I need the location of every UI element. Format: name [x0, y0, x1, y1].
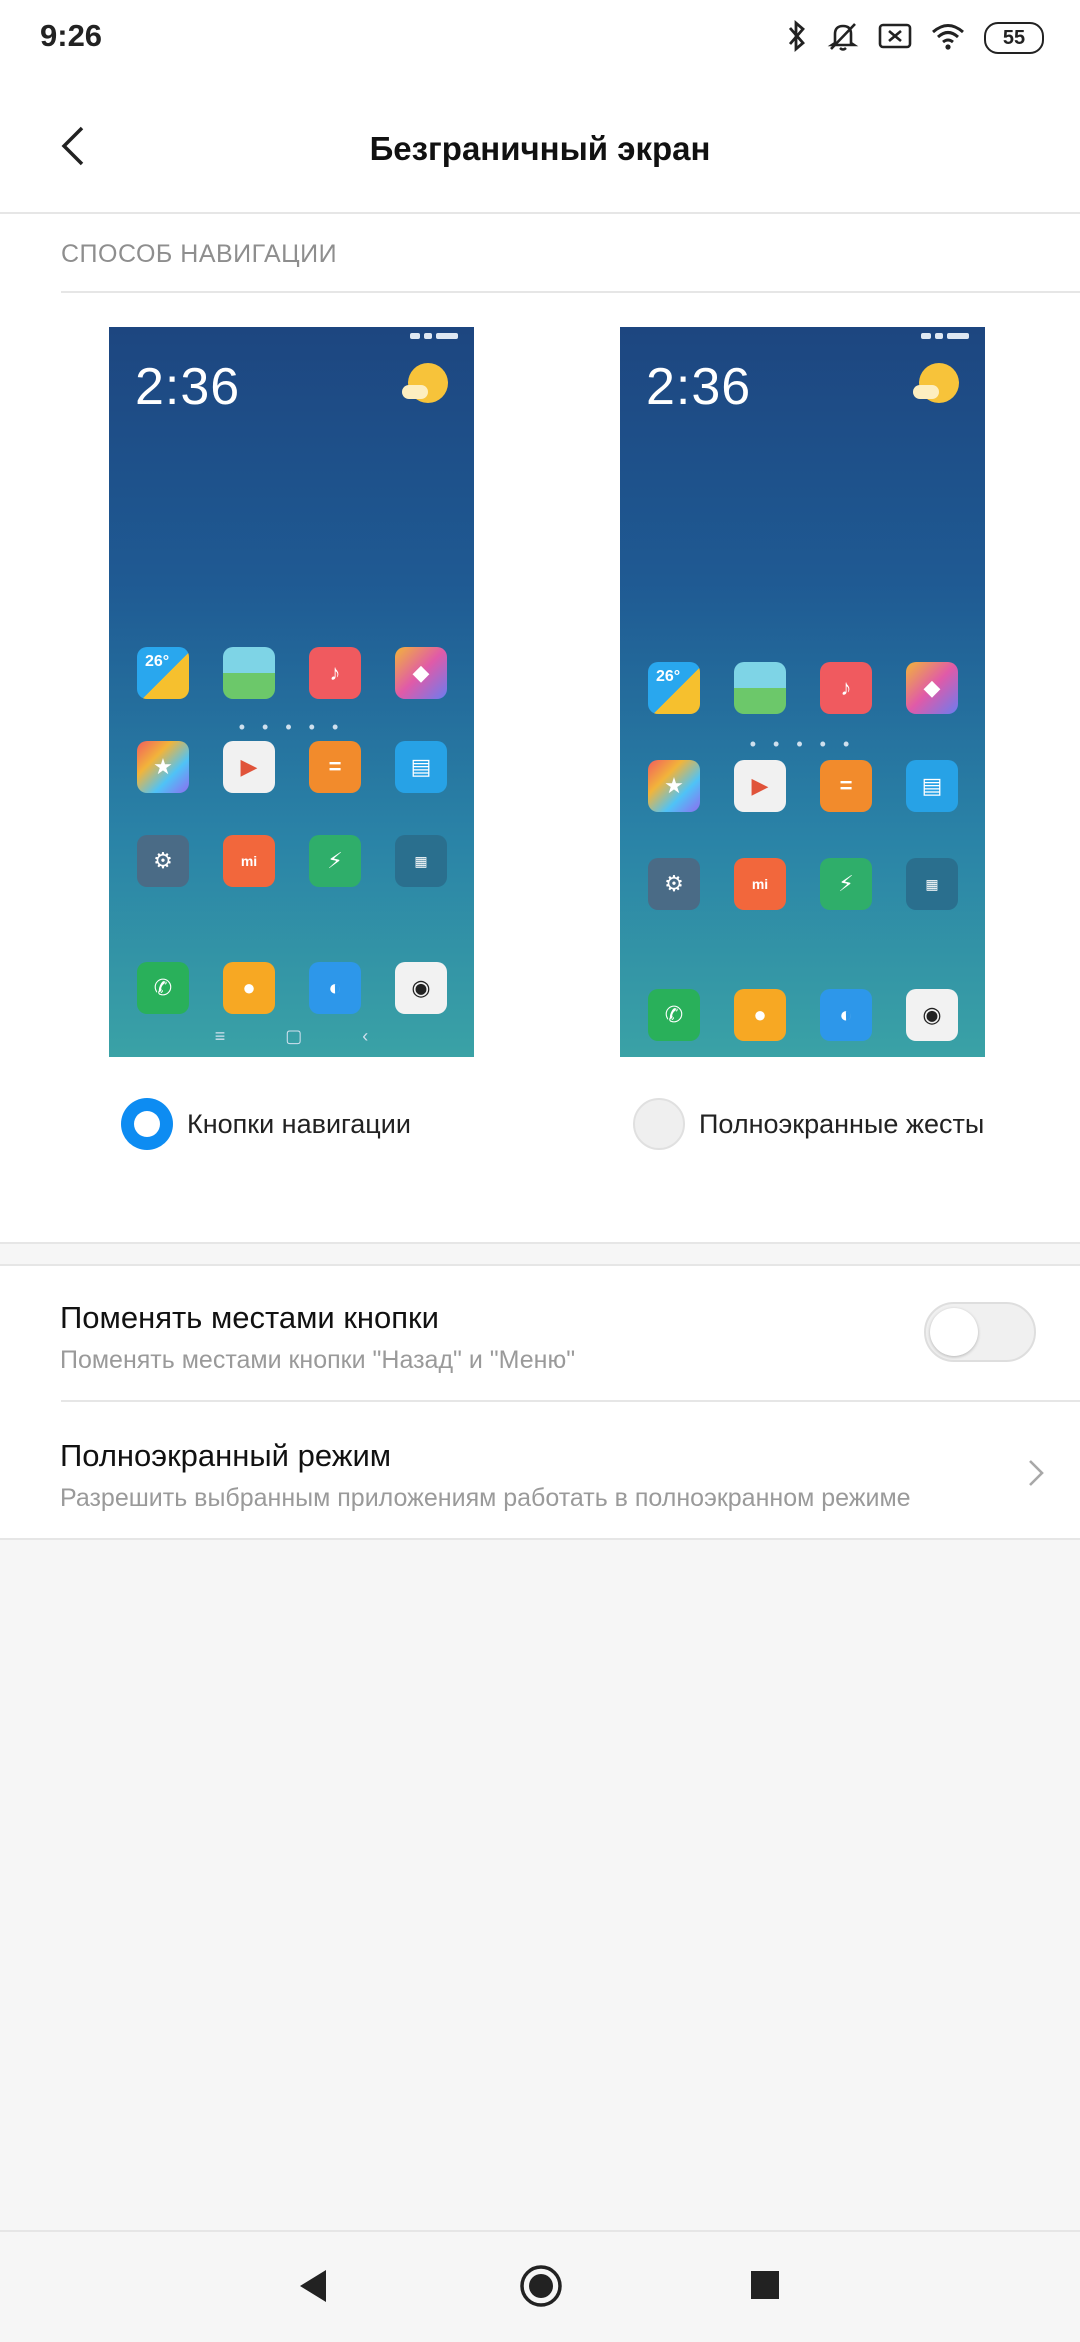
preview-nav-buttons: ≡ ▢ ‹ — [214, 1026, 369, 1046]
nav-back-button[interactable] — [296, 2266, 330, 2311]
themes-app-icon: ◆ — [906, 662, 958, 714]
preview-navigation-buttons[interactable]: 2:36 26° ♪ ◆ ★ ▶ = ▤ ⚙ mi ⚡ ▦ • • • • • … — [109, 327, 474, 1057]
weather-app-icon: 26° — [137, 647, 189, 699]
camera-app-icon: ◉ — [906, 989, 958, 1041]
fullscreen-mode-subtitle: Разрешить выбранным приложениям работать… — [60, 1484, 911, 1512]
system-nav-bar — [0, 2230, 1080, 2342]
star-app-icon: ★ — [648, 760, 700, 812]
themes-app-icon: ◆ — [395, 647, 447, 699]
star-app-icon: ★ — [137, 741, 189, 793]
wifi-icon — [930, 21, 966, 56]
weather-app-icon: 26° — [648, 662, 700, 714]
preview-clock: 2:36 — [135, 358, 241, 416]
swap-buttons-toggle[interactable] — [924, 1302, 1036, 1362]
preview-status-icons — [921, 333, 969, 339]
security-app-icon: ⚡ — [820, 858, 872, 910]
list-bottom-divider — [0, 1538, 1080, 1540]
notes-app-icon: ▤ — [395, 741, 447, 793]
messages-app-icon: ● — [734, 989, 786, 1041]
square-recents-icon — [751, 2271, 779, 2299]
section-separator — [0, 1242, 1080, 1266]
nav-recents-button[interactable] — [748, 2268, 782, 2307]
tools-folder-icon: ▦ — [906, 858, 958, 910]
tools-folder-icon: ▦ — [395, 835, 447, 887]
settings-app-icon: ⚙ — [648, 858, 700, 910]
triangle-back-icon — [300, 2270, 326, 2302]
phone-app-icon: ✆ — [648, 989, 700, 1041]
chevron-right-icon — [1022, 1455, 1050, 1491]
preview-fullscreen-gestures[interactable]: 2:36 26° ♪ ◆ ★ ▶ = ▤ ⚙ mi ⚡ ▦ • • • • • … — [620, 327, 985, 1057]
page-indicator: • • • • • — [749, 734, 856, 754]
preview-clock: 2:36 — [646, 358, 752, 416]
messages-app-icon: ● — [223, 962, 275, 1014]
gallery-app-icon — [223, 647, 275, 699]
option-navigation-buttons[interactable]: Кнопки навигации — [121, 1098, 411, 1150]
preview-dock: ✆ ● ◐ ◉ — [137, 962, 447, 1014]
calculator-app-icon: = — [309, 741, 361, 793]
page-indicator: • • • • • — [238, 717, 345, 737]
preview-dock: ✆ ● ◐ ◉ — [648, 989, 958, 1041]
radio-unselected[interactable] — [633, 1098, 685, 1150]
weather-sun-icon — [913, 363, 959, 403]
option-label: Полноэкранные жесты — [699, 1108, 985, 1139]
camera-app-icon: ◉ — [395, 962, 447, 1014]
phone-app-icon: ✆ — [137, 962, 189, 1014]
notes-app-icon: ▤ — [906, 760, 958, 812]
mi-store-icon: mi — [223, 835, 275, 887]
battery-indicator: 55 — [984, 22, 1044, 54]
browser-app-icon: ◐ — [309, 962, 361, 1014]
calculator-app-icon: = — [820, 760, 872, 812]
preview-app-grid: 26° ♪ ◆ ★ ▶ = ▤ ⚙ mi ⚡ ▦ — [137, 647, 447, 887]
play-store-icon: ▶ — [734, 760, 786, 812]
mute-icon — [826, 19, 860, 58]
browser-app-icon: ◐ — [820, 989, 872, 1041]
page-title: Безграничный экран — [369, 130, 711, 167]
mi-store-icon: mi — [734, 858, 786, 910]
music-app-icon: ♪ — [309, 647, 361, 699]
section-divider — [61, 291, 1080, 293]
circle-home-icon — [520, 2265, 562, 2307]
section-label: СПОСОБ НАВИГАЦИИ — [61, 240, 338, 268]
no-sim-icon — [878, 21, 912, 56]
fullscreen-mode-row[interactable]: Полноэкранный режим Разрешить выбранным … — [60, 1438, 1080, 1513]
preview-app-grid: 26° ♪ ◆ ★ ▶ = ▤ ⚙ mi ⚡ ▦ — [648, 662, 958, 910]
toggle-knob — [930, 1308, 978, 1356]
music-app-icon: ♪ — [820, 662, 872, 714]
play-store-icon: ▶ — [223, 741, 275, 793]
status-time: 9:26 — [40, 18, 103, 53]
nav-home-button[interactable] — [518, 2263, 564, 2314]
radio-selected[interactable] — [121, 1098, 173, 1150]
row-divider — [61, 1400, 1080, 1402]
preview-status-icons — [410, 333, 458, 339]
header: Безграничный экран — [0, 80, 1080, 212]
bluetooth-icon — [786, 19, 808, 58]
weather-sun-icon — [402, 363, 448, 403]
swap-buttons-subtitle: Поменять местами кнопки "Назад" и "Меню" — [60, 1346, 576, 1374]
fullscreen-mode-title: Полноэкранный режим — [60, 1438, 392, 1473]
settings-app-icon: ⚙ — [137, 835, 189, 887]
gallery-app-icon — [734, 662, 786, 714]
security-app-icon: ⚡ — [309, 835, 361, 887]
option-fullscreen-gestures[interactable]: Полноэкранные жесты — [633, 1098, 984, 1150]
option-label: Кнопки навигации — [187, 1108, 411, 1139]
status-bar: 9:26 55 — [0, 0, 1080, 80]
header-divider — [0, 212, 1080, 214]
